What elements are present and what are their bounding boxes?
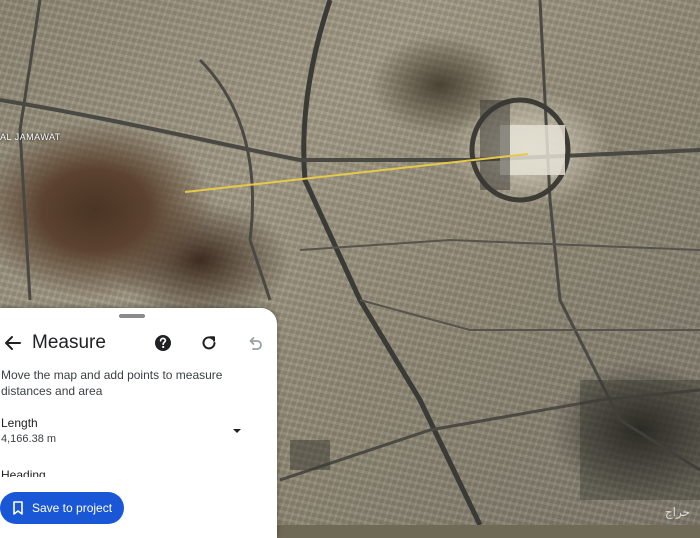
drag-handle[interactable] bbox=[119, 314, 145, 318]
length-label: Length bbox=[1, 416, 38, 430]
back-button[interactable] bbox=[2, 332, 24, 354]
arrow-left-icon bbox=[5, 336, 21, 350]
refresh-button[interactable] bbox=[199, 333, 219, 353]
save-to-project-button[interactable]: Save to project bbox=[0, 492, 124, 524]
watermark: حراج bbox=[664, 505, 690, 519]
heading-label: Heading bbox=[1, 468, 46, 477]
dropdown-arrow-icon bbox=[233, 429, 241, 433]
help-button[interactable] bbox=[153, 333, 173, 353]
length-value: 4,166.38 m bbox=[1, 433, 57, 445]
measure-instructions: Move the map and add points to measure d… bbox=[1, 368, 223, 398]
unit-dropdown[interactable] bbox=[228, 424, 246, 438]
bookmark-icon bbox=[13, 501, 23, 515]
undo-icon bbox=[249, 337, 262, 350]
place-label: AL JAMAWAT bbox=[0, 132, 61, 142]
save-to-project-label: Save to project bbox=[32, 501, 113, 515]
help-circle-icon bbox=[155, 335, 171, 351]
panel-header: Measure bbox=[0, 326, 277, 360]
undo-button[interactable] bbox=[245, 333, 265, 353]
panel-title: Measure bbox=[32, 332, 106, 353]
measure-panel: Measure Move the map and add points to m… bbox=[0, 308, 277, 538]
refresh-icon bbox=[202, 336, 216, 350]
